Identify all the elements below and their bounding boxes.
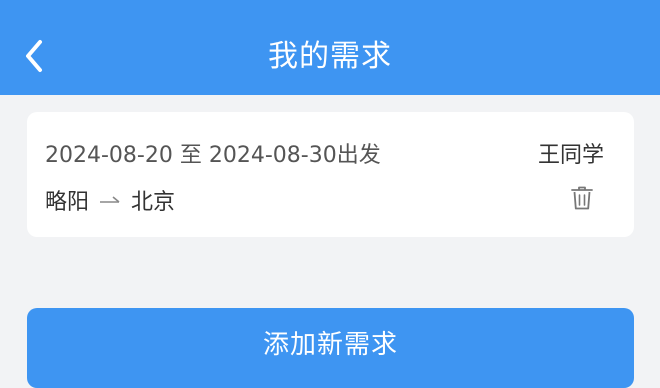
delete-button[interactable] [570, 185, 594, 211]
add-request-button[interactable]: 添加新需求 [27, 308, 634, 388]
back-button[interactable] [18, 36, 54, 76]
page-title: 我的需求 [268, 39, 392, 74]
user-name: 王同学 [537, 143, 604, 168]
origin-city: 略阳 [45, 190, 90, 215]
app-header: 我的需求 [0, 0, 660, 95]
trash-icon [571, 186, 593, 210]
date-range: 2024-08-20 至 2024-08-30出发 [45, 143, 381, 168]
request-card[interactable]: 2024-08-20 至 2024-08-30出发 王同学 略阳 北京 [27, 112, 634, 237]
route: 略阳 北京 [45, 184, 175, 216]
arrow-right-icon [99, 188, 121, 213]
destination-city: 北京 [131, 190, 176, 215]
chevron-left-icon [26, 40, 42, 72]
